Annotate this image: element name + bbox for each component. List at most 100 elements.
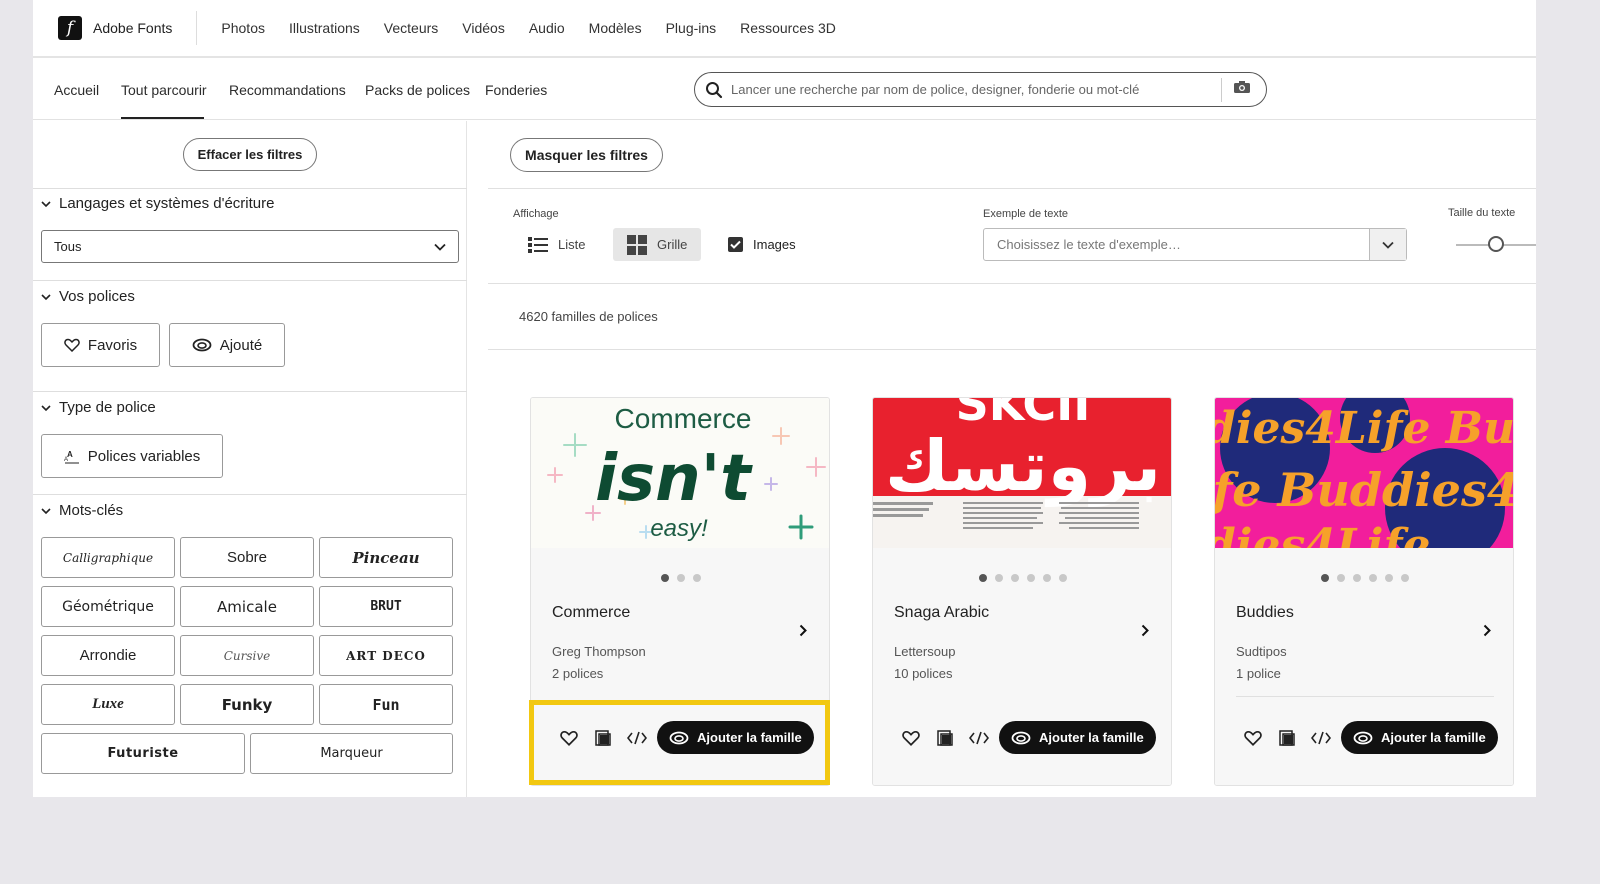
creative-cloud-icon [1353,731,1373,744]
divider [33,494,467,495]
keyword-funky[interactable]: Funky [180,684,314,725]
secondary-nav: Accueil Tout parcourir Recommandations P… [33,58,1536,120]
code-icon[interactable] [1304,723,1338,753]
carousel-dot[interactable] [677,574,685,582]
preview-line-1: Commerce [615,403,752,434]
foundry-name[interactable]: Lettersoup [894,644,955,659]
foundry-name[interactable]: Sudtipos [1236,644,1287,659]
carousel-dot[interactable] [1059,574,1067,582]
keywords-heading-label: Mots-clés [59,502,124,519]
font-family-name[interactable]: Commerce [552,604,630,622]
divider [1236,696,1494,697]
grid-view-button[interactable]: Grille [613,228,702,261]
sample-text-select[interactable]: Choisissez le texte d'exemple… [983,228,1407,261]
tab-tout-parcourir[interactable]: Tout parcourir [121,82,207,98]
text-size-slider-thumb[interactable] [1488,236,1504,252]
tab-accueil[interactable]: Accueil [54,82,99,98]
top-nav-modeles[interactable]: Modèles [589,20,642,36]
chevron-down-icon [41,404,51,411]
carousel-dots[interactable] [1215,574,1513,582]
add-family-button[interactable]: Ajouter la famille [1341,721,1498,754]
filters-sidebar: Effacer les filtres Langages et systèmes… [33,121,467,797]
font-family-name[interactable]: Snaga Arabic [894,604,989,622]
sample-text-label: Exemple de texte [983,208,1068,220]
languages-heading[interactable]: Langages et systèmes d'écriture [41,195,274,212]
carousel-dot[interactable] [1043,574,1051,582]
carousel-dot[interactable] [1353,574,1361,582]
tab-packs[interactable]: Packs de polices [365,82,470,98]
carousel-dot[interactable] [1011,574,1019,582]
keyword-luxe[interactable]: Luxe [41,684,175,725]
keyword-pinceau[interactable]: Pinceau [319,537,453,578]
top-nav-illustrations[interactable]: Illustrations [289,20,360,36]
heart-icon[interactable] [1236,723,1270,753]
list-view-button[interactable]: Liste [514,228,599,261]
font-card-buddies[interactable]: dies4Life Bu ife Buddies4 dies4Life Budd… [1214,397,1514,786]
chevron-down-icon[interactable] [1369,229,1406,260]
carousel-dot[interactable] [661,574,669,582]
added-label: Ajouté [219,336,263,354]
code-icon[interactable] [962,723,996,753]
keywords-heading[interactable]: Mots-clés [41,502,123,519]
languages-select-value: Tous [54,239,82,254]
hide-filters-button[interactable]: Masquer les filtres [510,138,663,172]
add-family-label: Ajouter la famille [1039,730,1144,745]
top-nav-plugins[interactable]: Plug-ins [666,20,717,36]
keyword-brut[interactable]: BRUT [319,586,453,627]
carousel-dot[interactable] [1369,574,1377,582]
top-nav-videos[interactable]: Vidéos [462,20,505,36]
foundry-name[interactable]: Greg Thompson [552,644,646,659]
chevron-down-icon [41,200,51,207]
divider [33,188,467,189]
clear-filters-button[interactable]: Effacer les filtres [183,138,317,171]
chevron-right-icon[interactable] [1141,624,1149,642]
tab-recommandations[interactable]: Recommandations [229,82,346,98]
carousel-dot[interactable] [1321,574,1329,582]
keyword-fun[interactable]: Fun [319,684,453,725]
carousel-dot[interactable] [693,574,701,582]
keyword-arrondie[interactable]: Arrondie [41,635,175,676]
top-nav-vecteurs[interactable]: Vecteurs [384,20,438,36]
top-nav-photos[interactable]: Photos [221,20,265,36]
results-count: 4620 familles de polices [519,309,658,324]
font-pack-icon[interactable] [1270,723,1304,753]
chevron-right-icon[interactable] [799,624,807,642]
variable-fonts-button[interactable]: AA Polices variables [41,434,223,478]
top-nav-audio[interactable]: Audio [529,20,565,36]
search-input[interactable] [731,82,1221,97]
languages-select[interactable]: Tous [41,230,459,263]
tab-fonderies[interactable]: Fonderies [485,82,547,98]
carousel-dot[interactable] [1385,574,1393,582]
keyword-amicale[interactable]: Amicale [180,586,314,627]
carousel-dot[interactable] [1401,574,1409,582]
keyword-sobre[interactable]: Sobre [180,537,314,578]
keyword-futuriste[interactable]: Futuriste [41,733,245,774]
carousel-dot[interactable] [979,574,987,582]
images-checkbox[interactable]: Images [728,237,796,252]
font-type-heading[interactable]: Type de police [41,399,156,416]
keyword-calligraphique[interactable]: Calligraphique [41,537,175,578]
camera-icon[interactable] [1233,80,1251,99]
checkbox-checked-icon [728,237,743,252]
brand-logo[interactable]: f Adobe Fonts [58,16,172,40]
your-fonts-heading[interactable]: Vos polices [41,288,135,305]
carousel-dot[interactable] [1027,574,1035,582]
keyword-geometrique[interactable]: Géométrique [41,586,175,627]
favorites-button[interactable]: Favoris [41,323,160,367]
carousel-dot[interactable] [1337,574,1345,582]
carousel-dot[interactable] [995,574,1003,582]
font-family-name[interactable]: Buddies [1236,604,1294,622]
carousel-dots[interactable] [873,574,1171,582]
keyword-marqueur[interactable]: Marqueur [250,733,453,774]
divider [488,188,1536,189]
added-button[interactable]: Ajouté [169,323,285,367]
carousel-dots[interactable] [531,574,829,582]
font-card-snaga-arabic[interactable]: SKCII بروتسك Snaga Arabic Lettersoup 10 … [872,397,1172,786]
font-pack-icon[interactable] [928,723,962,753]
keyword-art-deco[interactable]: ART DECO [319,635,453,676]
top-nav-3d[interactable]: Ressources 3D [740,20,836,36]
chevron-right-icon[interactable] [1483,624,1491,642]
add-family-button[interactable]: Ajouter la famille [999,721,1156,754]
keyword-cursive[interactable]: Cursive [180,635,314,676]
heart-icon[interactable] [894,723,928,753]
